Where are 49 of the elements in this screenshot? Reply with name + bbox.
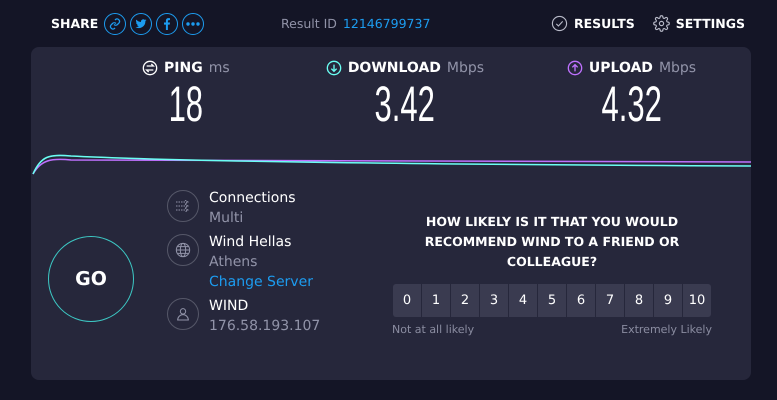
metric-unit: Mbps <box>658 60 696 76</box>
info-subtitle: Multi <box>209 210 244 226</box>
share-button[interactable] <box>130 12 152 34</box>
arrows-icon <box>175 200 191 212</box>
info-title: WIND <box>209 298 250 314</box>
survey-question: HOW LIKELY IS IT THAT YOU WOULD RECOMMEND WIND TO A FRIEND OR COLLEAGUE? <box>424 213 680 271</box>
person-icon <box>175 306 191 322</box>
metric-label: PING <box>164 60 203 76</box>
more-button[interactable] <box>182 12 204 34</box>
rating-button[interactable]: 10 <box>683 284 711 317</box>
more-icon <box>186 22 200 26</box>
bird-icon <box>135 18 148 30</box>
link-icon <box>109 18 122 30</box>
results-button[interactable]: RESULTS <box>550 15 635 32</box>
info-title: Wind Hellas <box>209 234 292 250</box>
metric-value: 4.32 <box>601 78 662 130</box>
metric-value: 3.42 <box>374 78 436 130</box>
metric-label: DOWNLOAD <box>348 60 441 76</box>
rating-button[interactable]: 0 <box>393 284 421 317</box>
check-circle-icon <box>550 15 568 32</box>
result-id-label: Result ID <box>281 16 337 31</box>
rating-button[interactable]: 5 <box>538 284 566 317</box>
result-id-link[interactable]: 12146799737 <box>342 16 430 31</box>
rating-button[interactable]: 7 <box>596 284 624 317</box>
scale-low-label: Not at all likely <box>392 323 474 336</box>
share-button[interactable] <box>156 12 178 34</box>
rating-button[interactable]: 2 <box>451 284 479 317</box>
metric-label: UPLOAD <box>588 60 653 76</box>
settings-button[interactable]: SETTINGS <box>652 15 745 32</box>
settings-icon <box>652 15 670 32</box>
rating-button[interactable]: 1 <box>422 284 450 317</box>
rating-button[interactable]: 3 <box>480 284 508 317</box>
f-letter-icon <box>163 18 172 30</box>
rating-button[interactable]: 9 <box>654 284 682 317</box>
change-server-link[interactable]: Change Server <box>209 274 313 290</box>
scale-high-label: Extremely Likely <box>621 323 712 336</box>
rating-button[interactable]: 4 <box>509 284 537 317</box>
info-title: Connections <box>209 190 296 206</box>
share-label: SHARE <box>51 16 98 31</box>
rating-button[interactable]: 8 <box>625 284 653 317</box>
metric-unit: ms <box>208 60 230 76</box>
share-button[interactable] <box>104 12 126 34</box>
rating-button[interactable]: 6 <box>567 284 595 317</box>
go-button[interactable]: GO <box>48 236 134 322</box>
info-subtitle: Athens <box>209 254 258 270</box>
info-subtitle: 176.58.193.107 <box>209 318 320 334</box>
metric-unit: Mbps <box>446 60 484 76</box>
metric-value: 18 <box>168 78 204 130</box>
globe-icon <box>175 242 191 258</box>
